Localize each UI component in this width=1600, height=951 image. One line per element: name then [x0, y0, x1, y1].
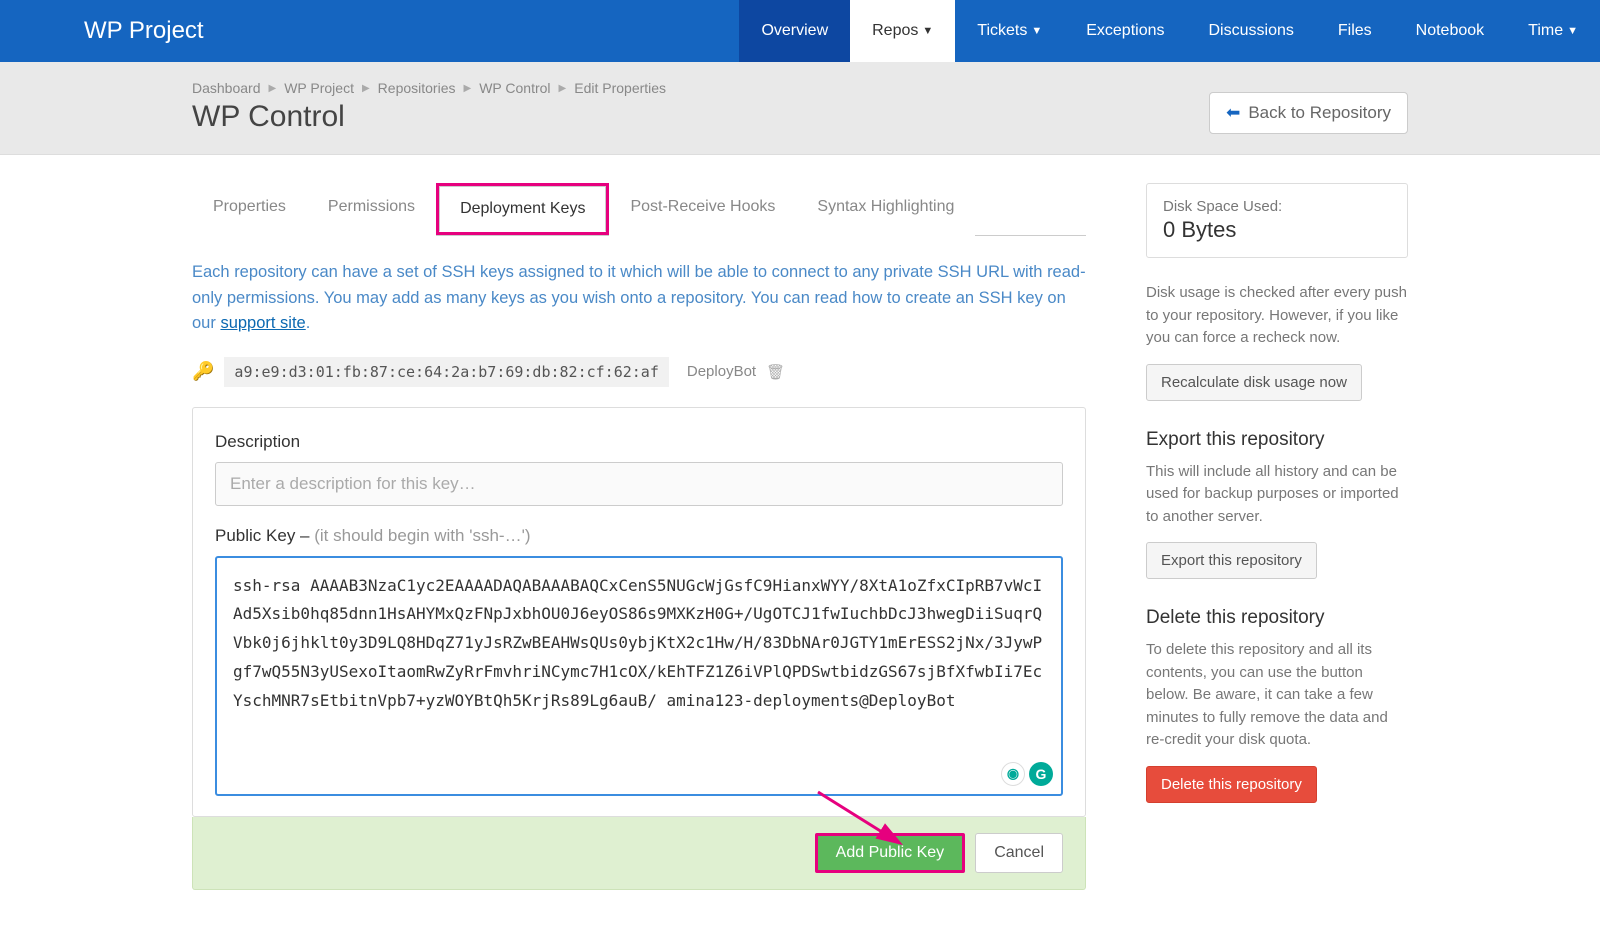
add-public-key-button[interactable]: Add Public Key [815, 833, 966, 873]
grammarly-widget[interactable]: ◉ G [1001, 762, 1053, 786]
nav-time[interactable]: Time ▼ [1506, 0, 1600, 62]
caret-down-icon: ▼ [1567, 25, 1578, 37]
export-note: This will include all history and can be… [1146, 461, 1408, 529]
chevron-right-icon: ▶ [464, 83, 472, 94]
grammarly-g-icon: G [1029, 762, 1053, 786]
back-to-repository-button[interactable]: ⬅ Back to Repository [1209, 92, 1408, 134]
settings-tabs: Properties Permissions Deployment Keys P… [192, 183, 1086, 236]
nav-notebook[interactable]: Notebook [1394, 0, 1507, 62]
arrow-left-icon: ⬅ [1226, 103, 1240, 123]
cancel-button[interactable]: Cancel [975, 833, 1063, 873]
highlight-deployment-keys: Deployment Keys [436, 183, 609, 235]
tab-syntax-highlighting[interactable]: Syntax Highlighting [796, 184, 975, 236]
disk-usage-label: Disk Space Used: [1163, 198, 1391, 215]
back-button-label: Back to Repository [1248, 103, 1391, 123]
delete-note: To delete this repository and all its co… [1146, 639, 1408, 752]
nav-files[interactable]: Files [1316, 0, 1394, 62]
nav-tickets[interactable]: Tickets ▼ [955, 0, 1064, 62]
nav-discussions[interactable]: Discussions [1187, 0, 1316, 62]
recalculate-disk-button[interactable]: Recalculate disk usage now [1146, 364, 1362, 401]
existing-key-row: 🔑 a9:e9:d3:01:fb:87:ce:64:2a:b7:69:db:82… [192, 355, 1086, 407]
nav-overview[interactable]: Overview [739, 0, 850, 62]
chevron-right-icon: ▶ [559, 83, 567, 94]
breadcrumb: Dashboard ▶ WP Project ▶ Repositories ▶ … [192, 80, 666, 96]
chevron-right-icon: ▶ [362, 83, 370, 94]
breadcrumb-item[interactable]: Edit Properties [574, 80, 666, 96]
nav-repos-label: Repos [872, 22, 918, 40]
tab-deployment-keys[interactable]: Deployment Keys [439, 186, 606, 232]
form-action-bar: Add Public Key Cancel [192, 817, 1086, 890]
export-repository-button[interactable]: Export this repository [1146, 542, 1317, 579]
tab-permissions[interactable]: Permissions [307, 184, 436, 236]
delete-heading: Delete this repository [1146, 607, 1408, 629]
key-name-label: DeployBot [687, 363, 756, 380]
brand-title[interactable]: WP Project [84, 0, 204, 62]
nav-tickets-label: Tickets [977, 22, 1027, 40]
chevron-right-icon: ▶ [269, 83, 277, 94]
support-site-link[interactable]: support site [220, 314, 305, 332]
nav-repos[interactable]: Repos ▼ [850, 0, 955, 62]
export-heading: Export this repository [1146, 429, 1408, 451]
tab-post-receive-hooks[interactable]: Post-Receive Hooks [609, 184, 796, 236]
caret-down-icon: ▼ [1031, 25, 1042, 37]
public-key-textarea[interactable]: ssh-rsa AAAAB3NzaC1yc2EAAAADAQABAAABAQCx… [215, 556, 1063, 796]
public-key-hint: (it should begin with 'ssh-…') [314, 526, 530, 545]
key-icon: 🔑 [192, 361, 214, 382]
breadcrumb-item[interactable]: Dashboard [192, 80, 261, 96]
intro-text: Each repository can have a set of SSH ke… [192, 236, 1086, 355]
nav-time-label: Time [1528, 22, 1563, 40]
trash-icon[interactable]: 🗑 [766, 363, 785, 381]
delete-repository-button[interactable]: Delete this repository [1146, 766, 1317, 803]
top-nav: WP Project Overview Repos ▼ Tickets ▼ Exce… [0, 0, 1600, 62]
disk-usage-box: Disk Space Used: 0 Bytes [1146, 183, 1408, 258]
caret-down-icon: ▼ [922, 25, 933, 37]
nav-exceptions[interactable]: Exceptions [1064, 0, 1186, 62]
page-title: WP Control [192, 100, 666, 134]
description-label: Description [215, 432, 1063, 452]
disk-usage-value: 0 Bytes [1163, 217, 1391, 243]
grammarly-badge-icon: ◉ [1001, 762, 1025, 786]
public-key-label: Public Key – (it should begin with 'ssh-… [215, 526, 1063, 546]
breadcrumb-item[interactable]: WP Control [479, 80, 550, 96]
breadcrumb-item[interactable]: WP Project [284, 80, 354, 96]
add-key-form: Description Public Key – (it should begi… [192, 407, 1086, 817]
tab-properties[interactable]: Properties [192, 184, 307, 236]
breadcrumb-item[interactable]: Repositories [378, 80, 456, 96]
key-fingerprint: a9:e9:d3:01:fb:87:ce:64:2a:b7:69:db:82:c… [224, 357, 668, 387]
description-input[interactable] [215, 462, 1063, 506]
sub-header: Dashboard ▶ WP Project ▶ Repositories ▶ … [0, 62, 1600, 155]
disk-usage-note: Disk usage is checked after every push t… [1146, 282, 1408, 350]
